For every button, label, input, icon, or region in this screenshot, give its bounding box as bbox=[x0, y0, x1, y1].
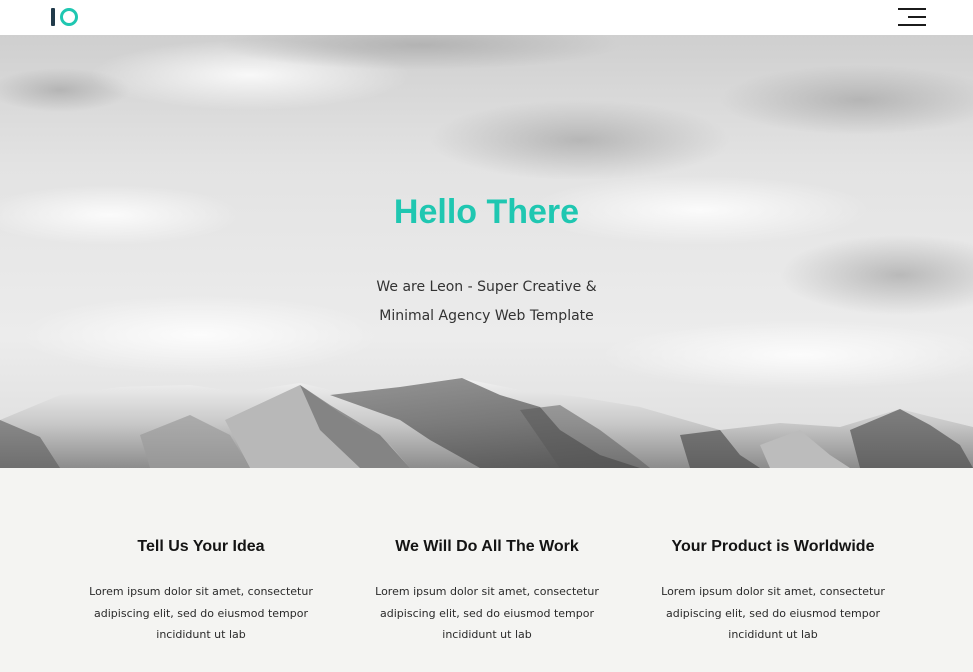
feature-title: Tell Us Your Idea bbox=[137, 538, 265, 555]
logo-ring-mark bbox=[60, 8, 78, 26]
top-navbar bbox=[0, 0, 973, 35]
feature-text: Lorem ipsum dolor sit amet, consectetur … bbox=[375, 585, 599, 641]
hamburger-menu-icon[interactable] bbox=[893, 5, 929, 29]
hero-section: Hello There We are Leon - Super Creative… bbox=[0, 35, 973, 468]
feature-text: Lorem ipsum dolor sit amet, consectetur … bbox=[89, 585, 313, 641]
hero-title: Hello There bbox=[393, 193, 580, 231]
feature-text: Lorem ipsum dolor sit amet, consectetur … bbox=[661, 585, 885, 641]
feature-title: We Will Do All The Work bbox=[395, 538, 579, 555]
hero-background-image bbox=[0, 35, 973, 468]
menu-line-bottom bbox=[898, 24, 926, 26]
menu-line-top bbox=[898, 8, 926, 10]
logo-bar-mark bbox=[51, 8, 55, 26]
site-logo[interactable] bbox=[49, 6, 81, 28]
menu-line-middle bbox=[908, 16, 926, 18]
hero-subtitle-line1: We are Leon - Super Creative & bbox=[376, 279, 597, 295]
features-section: Tell Us Your Idea Lorem ipsum dolor sit … bbox=[0, 468, 973, 672]
hero-subtitle-line2: Minimal Agency Web Template bbox=[379, 308, 594, 324]
feature-title: Your Product is Worldwide bbox=[671, 538, 875, 555]
